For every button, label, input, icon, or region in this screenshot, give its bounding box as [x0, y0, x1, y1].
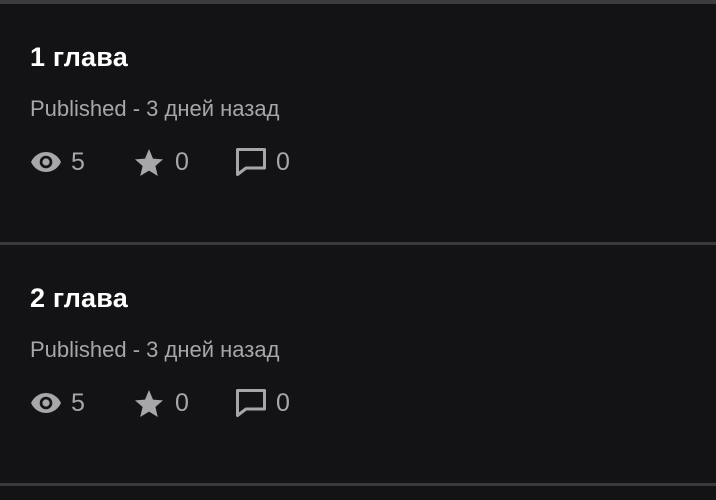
star-icon — [134, 389, 175, 418]
chapter-title[interactable]: 1 глава — [30, 42, 128, 73]
eye-icon — [30, 392, 71, 414]
comments-stat: 0 — [235, 388, 290, 418]
votes-stat: 0 — [134, 148, 235, 177]
chapter-publish-status: Published - 3 дней назад — [30, 337, 280, 362]
views-stat: 5 — [30, 148, 134, 177]
eye-icon — [30, 151, 71, 173]
comments-count: 0 — [276, 147, 290, 176]
views-count: 5 — [71, 388, 85, 417]
votes-stat: 0 — [134, 389, 235, 418]
chapter-publish-status: Published - 3 дней назад — [30, 96, 280, 121]
bottom-divider — [0, 483, 716, 486]
chapter-item-2[interactable]: 2 глава Published - 3 дней назад 5 0 0 — [0, 245, 716, 483]
chapter-stats: 5 0 0 — [30, 383, 290, 423]
comments-stat: 0 — [235, 147, 290, 177]
comments-count: 0 — [276, 388, 290, 417]
chapter-title[interactable]: 2 глава — [30, 283, 128, 314]
comment-icon — [235, 147, 276, 177]
views-stat: 5 — [30, 389, 134, 418]
votes-count: 0 — [175, 147, 189, 176]
chapter-item-1[interactable]: 1 глава Published - 3 дней назад 5 0 0 — [0, 4, 716, 242]
views-count: 5 — [71, 147, 85, 176]
star-icon — [134, 148, 175, 177]
comment-icon — [235, 388, 276, 418]
chapter-stats: 5 0 0 — [30, 142, 290, 182]
votes-count: 0 — [175, 388, 189, 417]
